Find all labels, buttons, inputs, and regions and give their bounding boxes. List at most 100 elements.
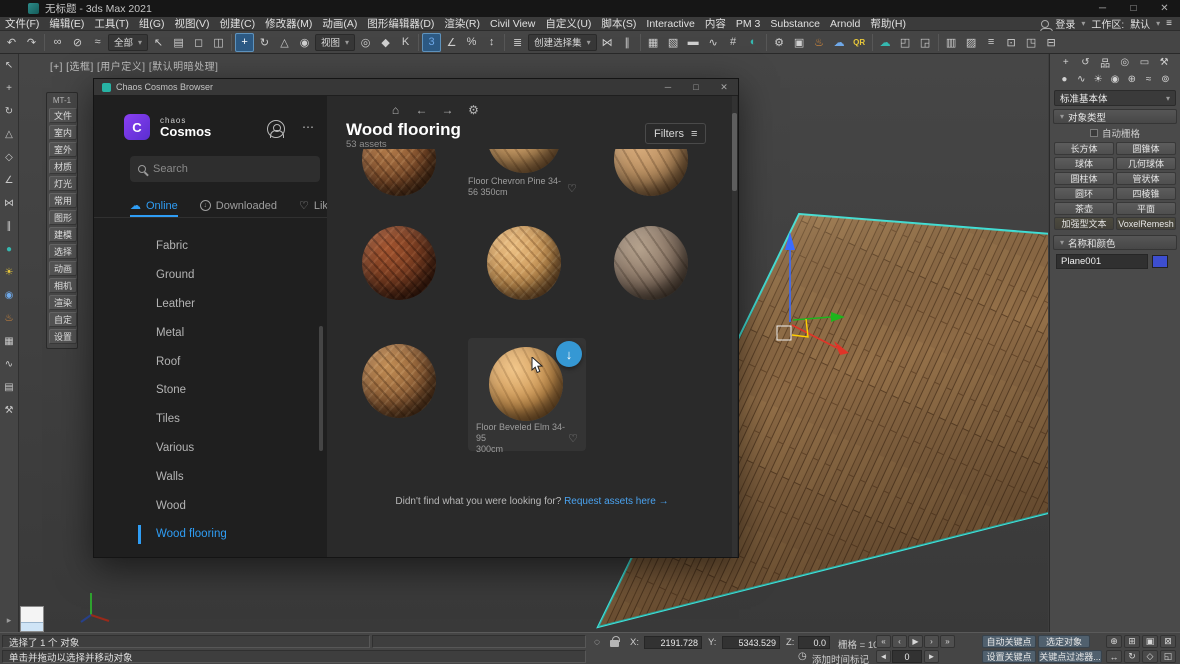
pyramid-button[interactable]: 四棱锥 — [1116, 187, 1176, 200]
menu-hamburger-icon[interactable]: ≡ — [1166, 18, 1172, 29]
align-button[interactable]: ∥ — [618, 33, 637, 52]
isolate-selection-toggle[interactable]: ▨ — [962, 33, 981, 52]
select-and-rotate-button[interactable]: ↻ — [255, 33, 274, 52]
spacewarps-category-icon[interactable]: ≈ — [1141, 73, 1156, 87]
category-metal[interactable]: Metal — [94, 318, 327, 347]
torus-button[interactable]: 圆环 — [1054, 187, 1114, 200]
material-sphere-thumb[interactable] — [487, 149, 561, 173]
search-input[interactable] — [153, 163, 303, 175]
forward-icon[interactable]: → — [439, 101, 456, 118]
mini-listener-panel[interactable] — [20, 606, 44, 632]
layer-properties-button[interactable]: ▧ — [664, 33, 683, 52]
select-and-manipulate-button[interactable]: ◆ — [376, 33, 395, 52]
menu-customize[interactable]: 自定义(U) — [540, 16, 596, 31]
home-icon[interactable]: ⌂ — [387, 101, 404, 118]
asset-tile-hovered[interactable]: ↓ Floor Beveled Elm 34-95 300cm ♡ — [468, 338, 586, 451]
autodesk-gallery-button[interactable]: QR — [850, 33, 869, 52]
like-heart-icon[interactable]: ♡ — [568, 432, 578, 445]
spinner-snap-toggle[interactable]: ↕ — [482, 33, 501, 52]
render-setup-button[interactable]: ⚙ — [770, 33, 789, 52]
menu-content[interactable]: 内容 — [700, 16, 731, 31]
maximize-button[interactable]: □ — [1118, 0, 1149, 17]
scale-tool-icon[interactable]: △ — [2, 127, 17, 141]
asset-tile[interactable] — [362, 149, 436, 196]
hierarchy-tab-icon[interactable]: 品 — [1098, 56, 1113, 70]
bind-to-space-warp-button[interactable]: ≈ — [88, 33, 107, 52]
material-sphere-thumb[interactable] — [487, 226, 561, 300]
cameras-category-icon[interactable]: ◉ — [1107, 73, 1122, 87]
workspace-selector[interactable]: 默认 — [1130, 16, 1150, 31]
menu-scripting[interactable]: 脚本(S) — [596, 16, 641, 31]
voxelremesh-button[interactable]: VoxelRemesh — [1116, 217, 1176, 230]
request-assets-link[interactable]: Request assets here → — [564, 496, 669, 507]
zoom-icon[interactable]: ⊕ — [1106, 635, 1122, 648]
snap-settings-button[interactable]: ◳ — [1022, 33, 1041, 52]
minimize-button[interactable]: ─ — [1087, 0, 1118, 17]
dock-button-lights[interactable]: 灯光 — [49, 176, 77, 191]
menu-rendering[interactable]: 渲染(R) — [439, 16, 485, 31]
camera-tool-icon[interactable]: ◉ — [2, 288, 17, 302]
modify-tab-icon[interactable]: ↺ — [1078, 56, 1093, 70]
lights-category-icon[interactable]: ☀ — [1091, 73, 1106, 87]
material-sphere-thumb[interactable] — [362, 344, 436, 418]
viewport-label[interactable]: [+] [选框] [用户定义] [默认明暗处理] — [50, 58, 218, 73]
window-crossing-toggle[interactable]: ◫ — [209, 33, 228, 52]
light-tool-icon[interactable]: ☀ — [2, 265, 17, 279]
sphere-button[interactable]: 球体 — [1054, 157, 1114, 170]
content-scrollbar-thumb[interactable] — [732, 113, 737, 191]
layer-explorer-toggle[interactable]: ◲ — [916, 33, 935, 52]
field-of-view-icon[interactable]: ◇ — [1142, 650, 1158, 663]
shapes-category-icon[interactable]: ∿ — [1074, 73, 1089, 87]
more-options-icon[interactable]: ⋯ — [302, 120, 315, 134]
settings-gear-icon[interactable]: ⚙ — [465, 101, 482, 118]
named-selection-sets-dropdown[interactable]: 创建选择集 ▾ — [528, 34, 597, 51]
menu-edit[interactable]: 编辑(E) — [44, 16, 89, 31]
menu-arnold[interactable]: Arnold — [825, 18, 865, 30]
go-to-start-button[interactable]: « — [876, 635, 891, 648]
unlink-selection-button[interactable]: ⊘ — [68, 33, 87, 52]
menu-substance[interactable]: Substance — [765, 18, 825, 30]
current-frame-field[interactable] — [892, 650, 922, 663]
add-time-tag-button[interactable]: 添加时间标记 — [812, 652, 869, 664]
zoom-extents-all-icon[interactable]: ⊠ — [1160, 635, 1176, 648]
menu-pm3[interactable]: PM 3 — [731, 18, 766, 30]
category-stone[interactable]: Stone — [94, 376, 327, 405]
menu-file[interactable]: 文件(F) — [0, 16, 44, 31]
menu-interactive[interactable]: Interactive — [641, 18, 699, 30]
category-wood[interactable]: Wood — [94, 491, 327, 520]
cosmos-titlebar[interactable]: Chaos Cosmos Browser ─ □ ✕ — [94, 79, 738, 96]
isolate-toggle-icon[interactable]: ◌ — [594, 637, 600, 648]
select-and-link-button[interactable]: ∞ — [48, 33, 67, 52]
align-tool-icon[interactable]: ∥ — [2, 219, 17, 233]
menu-group[interactable]: 组(G) — [134, 16, 170, 31]
render-in-cloud-button[interactable]: ☁ — [830, 33, 849, 52]
menu-animation[interactable]: 动画(A) — [317, 16, 362, 31]
autogrid-checkbox[interactable] — [1090, 129, 1098, 137]
y-coord-field[interactable] — [722, 636, 780, 649]
category-fabric[interactable]: Fabric — [94, 232, 327, 261]
name-color-rollout[interactable]: ▾ 名称和颜色 — [1053, 235, 1177, 250]
rotate-tool-icon[interactable]: ↻ — [2, 104, 17, 118]
dock-button-custom[interactable]: 自定 — [49, 312, 77, 327]
download-asset-button[interactable]: ↓ — [556, 341, 582, 367]
category-various[interactable]: Various — [94, 434, 327, 463]
mirror-tool-icon[interactable]: ⋈ — [2, 196, 17, 210]
material-editor-button[interactable]: ◐ — [744, 33, 763, 52]
mirror-button[interactable]: ⋈ — [598, 33, 617, 52]
cone-button[interactable]: 圆锥体 — [1116, 142, 1176, 155]
z-coord-field[interactable] — [798, 636, 830, 649]
curve-editor-button[interactable]: ∿ — [704, 33, 723, 52]
pan-icon[interactable]: ↔ — [1106, 650, 1122, 663]
key-filters-button[interactable]: 关键点过滤器... — [1038, 650, 1102, 663]
keyboard-shortcut-toggle[interactable]: K — [396, 33, 415, 52]
snap-tool-icon[interactable]: ◇ — [2, 150, 17, 164]
material-tool-icon[interactable]: ● — [2, 242, 17, 256]
select-tool-icon[interactable]: ↖ — [2, 58, 17, 72]
use-pivot-center-button[interactable]: ◎ — [356, 33, 375, 52]
material-sphere-thumb[interactable] — [614, 226, 688, 300]
next-frame-button[interactable]: › — [924, 635, 939, 648]
move-tool-icon[interactable]: + — [2, 81, 17, 95]
strip-expand-icon[interactable]: ▸ — [7, 615, 12, 626]
tab-downloaded[interactable]: ↓ Downloaded — [200, 194, 277, 217]
zoom-extents-icon[interactable]: ▣ — [1142, 635, 1158, 648]
